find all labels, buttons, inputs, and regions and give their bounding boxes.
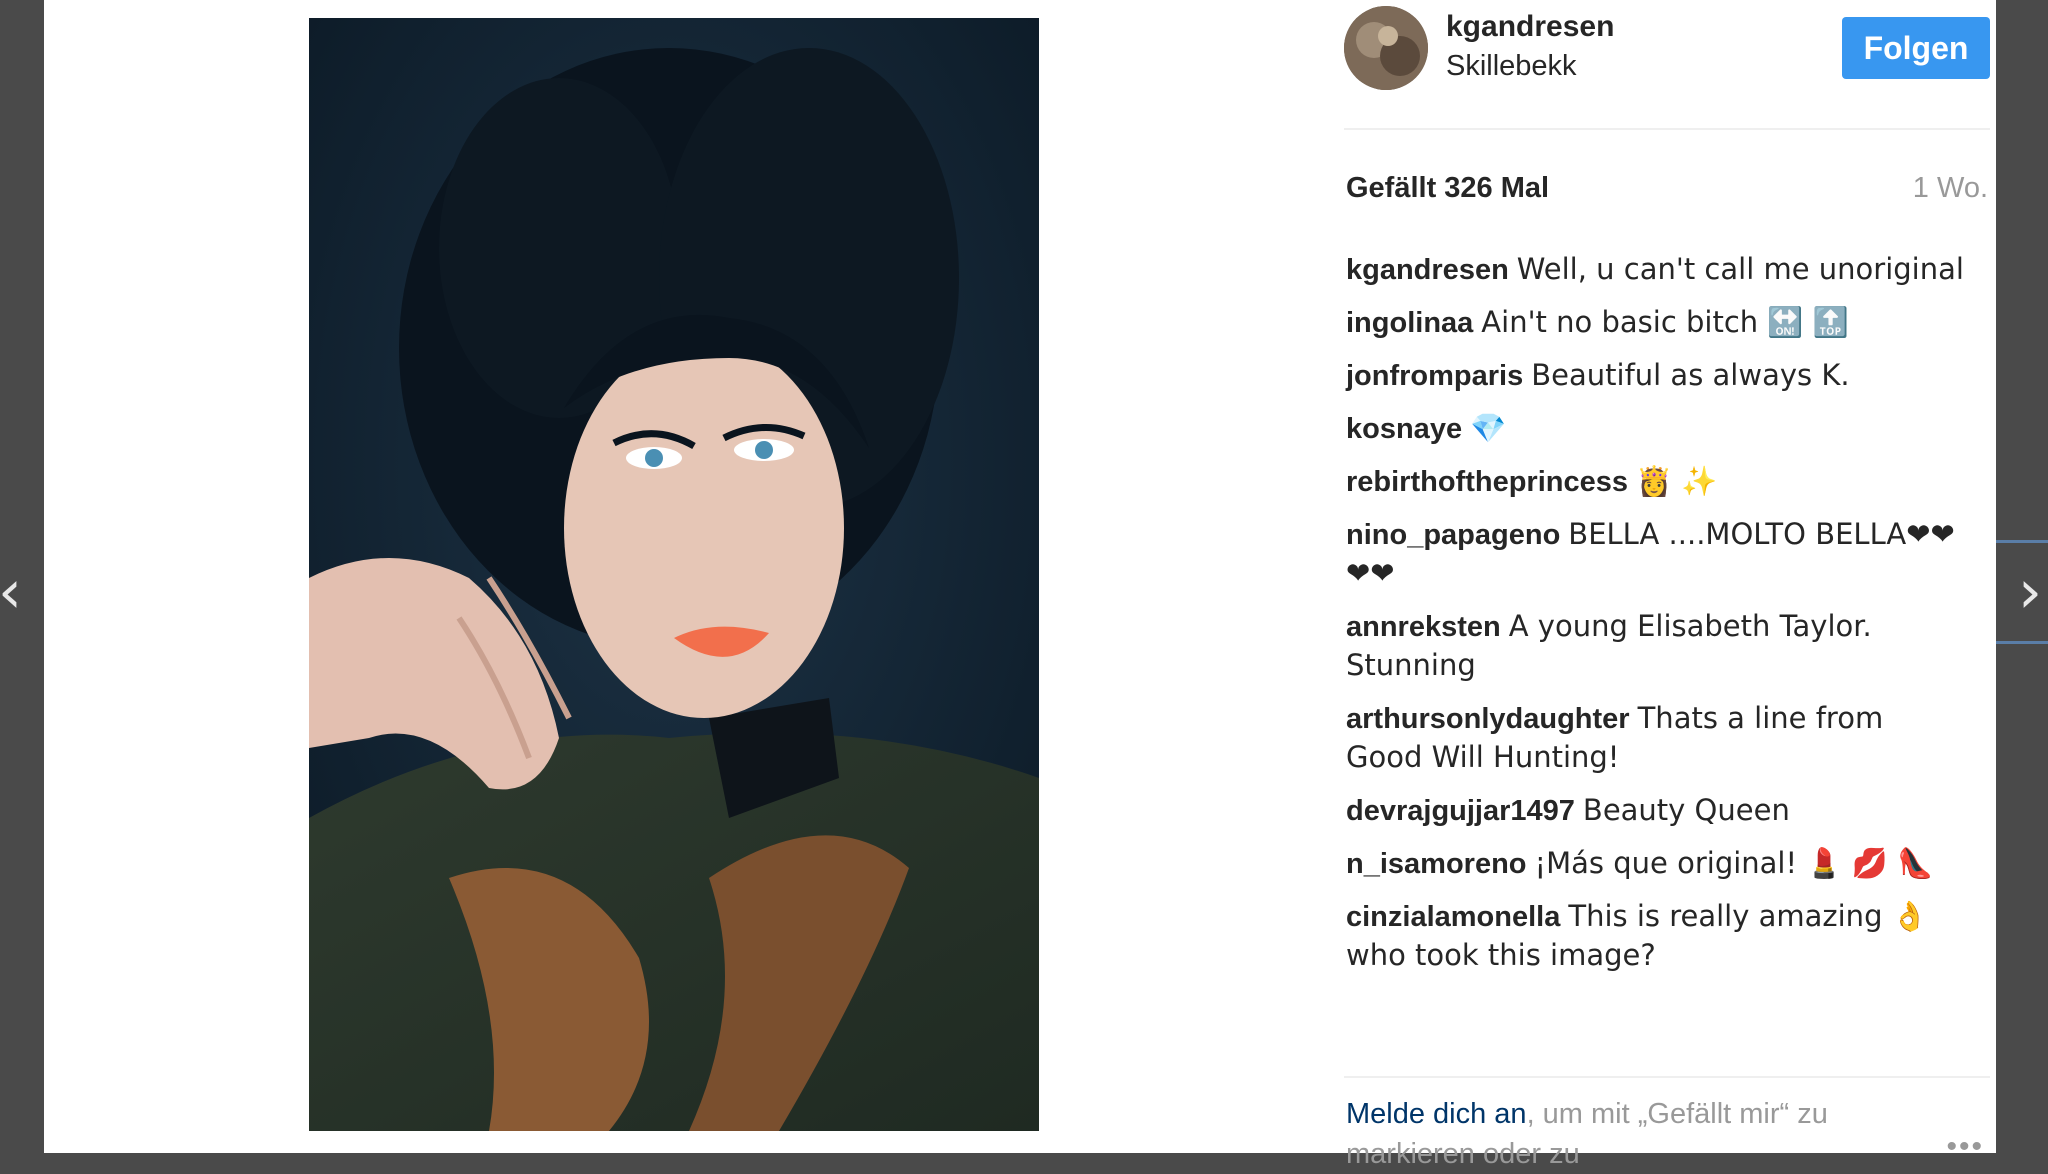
post-details-panel: kgandresen Skillebekk Folgen Gefällt 326…: [1344, 0, 1994, 1170]
comment-username[interactable]: cinzialamonella: [1346, 901, 1560, 933]
comment-username[interactable]: ingolinaa: [1346, 307, 1473, 339]
comment-item: cinzialamonella This is really amazing 👌 …: [1346, 897, 1966, 975]
avatar[interactable]: [1344, 6, 1428, 90]
comment-item: kgandresen Well, u can't call me unorigin…: [1346, 250, 1966, 289]
divider: [1344, 1076, 1990, 1078]
chevron-left-icon[interactable]: ‹: [0, 560, 30, 624]
comment-text: Beauty Queen: [1582, 793, 1790, 827]
comment-item: n_isamoreno ¡Más que original! 💄 💋 👠: [1346, 844, 1966, 883]
comment-username[interactable]: nino_papageno: [1346, 519, 1560, 551]
comment-item: rebirthoftheprincess 👸 ✨: [1346, 462, 1966, 501]
post-location[interactable]: Skillebekk: [1446, 50, 1577, 83]
comment-text: 💎: [1470, 411, 1507, 445]
comment-item: kosnaye 💎: [1346, 409, 1966, 448]
post-username[interactable]: kgandresen: [1446, 10, 1614, 44]
comment-username[interactable]: annreksten: [1346, 611, 1501, 643]
login-prompt: Melde dich an, um mit „Gefällt mir“ zu m…: [1346, 1094, 1906, 1174]
comment-username[interactable]: jonfromparis: [1346, 360, 1523, 392]
login-link[interactable]: Melde dich an: [1346, 1098, 1527, 1130]
comment-item: jonfromparis Beautiful as always K.: [1346, 356, 1966, 395]
more-options-icon[interactable]: •••: [1946, 1130, 1984, 1164]
comment-text: Beautiful as always K.: [1531, 358, 1850, 392]
comment-username[interactable]: arthursonlydaughter: [1346, 703, 1630, 735]
post-photo[interactable]: [309, 18, 1039, 1131]
comment-item: ingolinaa Ain't no basic bitch 🔛 🔝: [1346, 303, 1966, 342]
comment-list: kgandresen Well, u can't call me unorigin…: [1346, 250, 1966, 989]
likes-count[interactable]: Gefällt 326 Mal: [1346, 172, 1549, 205]
comment-item: devrajgujjar1497 Beauty Queen: [1346, 791, 1966, 830]
comment-text: ¡Más que original! 💄 💋 👠: [1534, 846, 1934, 880]
comment-text: 👸 ✨: [1636, 464, 1718, 498]
post-header: kgandresen Skillebekk Folgen: [1344, 0, 1994, 128]
comment-text: Ain't no basic bitch 🔛 🔝: [1481, 305, 1849, 339]
comment-username[interactable]: n_isamoreno: [1346, 848, 1527, 880]
chevron-right-icon[interactable]: ›: [2010, 560, 2048, 624]
divider: [1344, 128, 1990, 130]
comment-username[interactable]: kgandresen: [1346, 254, 1509, 286]
comment-username[interactable]: kosnaye: [1346, 413, 1462, 445]
post-time[interactable]: 1 Wo.: [1913, 172, 1988, 205]
follow-button[interactable]: Folgen: [1842, 17, 1990, 79]
comment-text: Well, u can't call me unoriginal: [1516, 252, 1964, 286]
comment-item: annreksten A young Elisabeth Taylor. Stun…: [1346, 607, 1966, 685]
comment-username[interactable]: devrajgujjar1497: [1346, 795, 1575, 827]
post-modal: kgandresen Skillebekk Folgen Gefällt 326…: [44, 0, 1996, 1170]
comment-item: arthursonlydaughter Thats a line from Goo…: [1346, 699, 1966, 777]
comment-item: nino_papageno BELLA ....MOLTO BELLA❤❤❤❤: [1346, 515, 1966, 593]
comment-username[interactable]: rebirthoftheprincess: [1346, 466, 1628, 498]
